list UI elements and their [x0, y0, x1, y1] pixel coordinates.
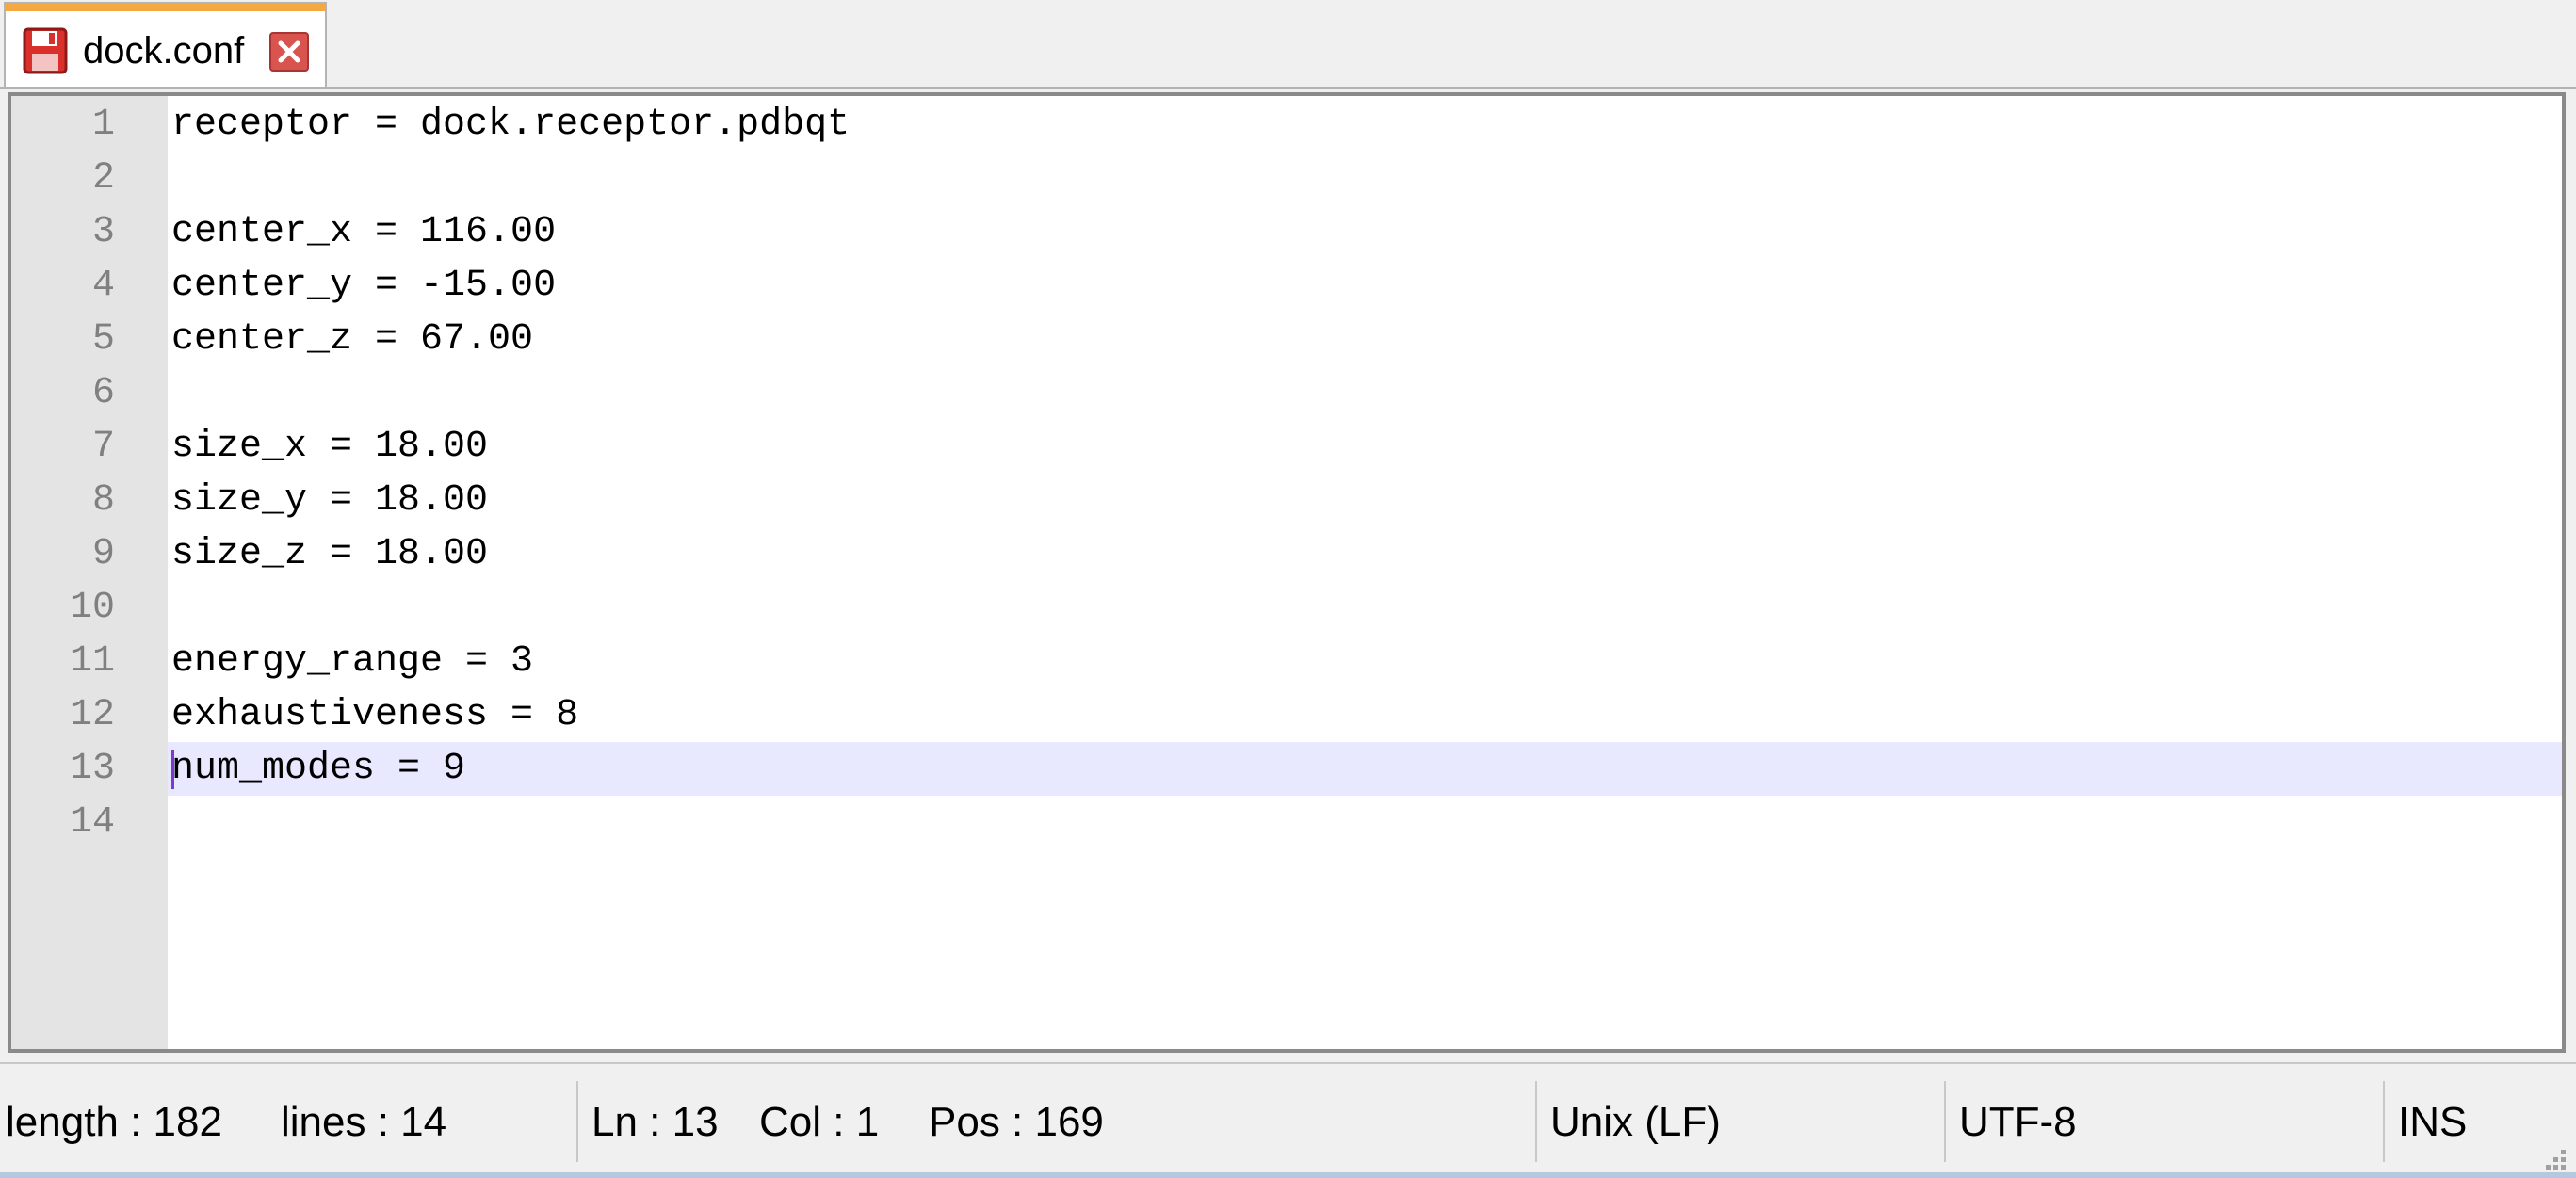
editor-line[interactable]: 12 exhaustiveness = 8	[11, 688, 2562, 742]
editor-line[interactable]: 14	[11, 796, 2562, 849]
editor-line[interactable]: 4 center_y = -15.00	[11, 259, 2562, 313]
window-bottom-border	[0, 1172, 2576, 1178]
tab-dock-conf[interactable]: dock.conf	[4, 2, 327, 89]
editor-line[interactable]: 7 size_x = 18.00	[11, 420, 2562, 474]
line-number: 7	[91, 426, 115, 468]
line-number: 5	[91, 318, 115, 361]
editor-line[interactable]: 2	[11, 152, 2562, 205]
line-number: 6	[91, 372, 115, 414]
status-divider	[576, 1081, 578, 1162]
line-number: 3	[91, 211, 115, 253]
line-text[interactable]: center_x = 116.00	[171, 205, 556, 259]
tab-separator	[0, 87, 2576, 89]
line-number: 14	[69, 801, 115, 844]
line-number: 13	[69, 748, 115, 790]
close-icon[interactable]	[269, 32, 309, 72]
line-number: 12	[69, 694, 115, 736]
tab-title: dock.conf	[83, 30, 245, 72]
line-text[interactable]: exhaustiveness = 8	[171, 688, 578, 742]
editor-line[interactable]: 3 center_x = 116.00	[11, 205, 2562, 259]
line-text[interactable]: size_x = 18.00	[171, 420, 488, 474]
status-encoding[interactable]: UTF-8	[1959, 1075, 2077, 1170]
editor-line[interactable]: 1 receptor = dock.receptor.pdbqt	[11, 98, 2562, 152]
tab-bar: dock.conf	[0, 0, 2576, 89]
status-lines: lines : 14	[281, 1099, 447, 1145]
editor-line[interactable]: 9 size_z = 18.00	[11, 527, 2562, 581]
line-number: 10	[69, 587, 115, 629]
status-mode[interactable]: INS	[2398, 1075, 2467, 1170]
status-length: length : 182	[6, 1099, 222, 1145]
editor-line[interactable]: 6	[11, 366, 2562, 420]
resize-grip-icon[interactable]	[2535, 1138, 2568, 1172]
tab-active-indicator	[6, 4, 325, 11]
line-number: 2	[91, 157, 115, 200]
status-bar: length : 182 lines : 14 Ln : 13 Col : 1 …	[0, 1062, 2576, 1178]
editor-line[interactable]: 8 size_y = 18.00	[11, 474, 2562, 527]
line-number: 8	[91, 479, 115, 522]
line-text[interactable]: center_z = 67.00	[171, 313, 533, 366]
text-editor[interactable]: 1 receptor = dock.receptor.pdbqt 2 3 center_…	[8, 92, 2566, 1053]
status-ln: Ln : 13	[591, 1099, 719, 1145]
line-text[interactable]: energy_range = 3	[171, 635, 533, 688]
editor-line[interactable]: 13 num_modes = 9	[70, 742, 2562, 796]
line-number: 1	[91, 104, 115, 146]
status-divider	[1535, 1081, 1537, 1162]
editor-line[interactable]: 10	[11, 581, 2562, 635]
line-text[interactable]: receptor = dock.receptor.pdbqt	[171, 98, 850, 152]
status-divider	[2383, 1081, 2385, 1162]
line-text[interactable]: size_z = 18.00	[171, 527, 488, 581]
editor-line[interactable]: 5 center_z = 67.00	[11, 313, 2562, 366]
line-number: 4	[91, 265, 115, 307]
status-col: Col : 1	[759, 1099, 880, 1145]
floppy-disk-icon	[23, 27, 68, 74]
status-divider	[1944, 1081, 1946, 1162]
line-number: 11	[69, 640, 115, 683]
status-eol[interactable]: Unix (LF)	[1550, 1075, 1721, 1170]
line-text[interactable]: size_y = 18.00	[171, 474, 488, 527]
line-number: 9	[91, 533, 115, 575]
line-text[interactable]: center_y = -15.00	[171, 259, 556, 313]
editor-line[interactable]: 11 energy_range = 3	[11, 635, 2562, 688]
text-caret	[171, 750, 174, 789]
status-pos: Pos : 169	[929, 1099, 1104, 1145]
line-text[interactable]: num_modes = 9	[171, 742, 465, 796]
